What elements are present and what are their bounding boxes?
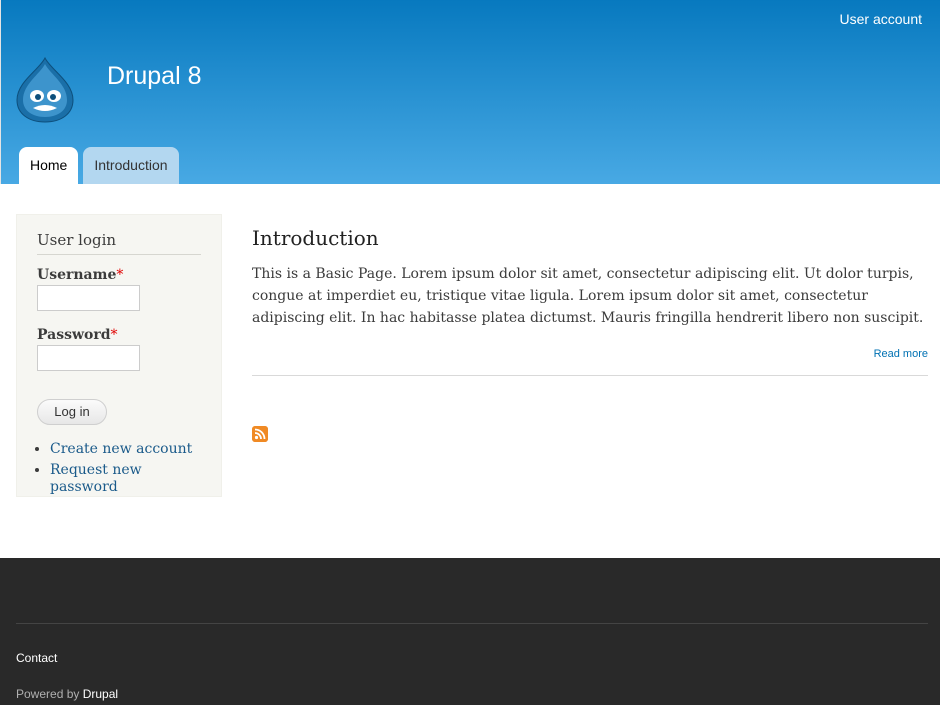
main-content: Introduction This is a Basic Page. Lorem… <box>252 226 928 442</box>
create-account-link[interactable]: Create new account <box>50 441 192 457</box>
drupal-link[interactable]: Drupal <box>83 687 118 701</box>
powered-by: Powered by Drupal <box>16 687 118 701</box>
contact-link[interactable]: Contact <box>16 651 57 665</box>
required-marker: * <box>110 327 118 343</box>
rss-feed-icon[interactable] <box>252 426 268 442</box>
password-label-text: Password <box>37 327 111 343</box>
user-login-block: User login Username* Password* Log in Cr… <box>16 214 222 497</box>
user-account-link[interactable]: User account <box>840 11 922 27</box>
tab-introduction[interactable]: Introduction <box>83 147 179 184</box>
required-marker: * <box>116 267 124 283</box>
node-body: This is a Basic Page. Lorem ipsum dolor … <box>252 266 924 326</box>
request-password-link[interactable]: Request new password <box>50 462 142 495</box>
divider <box>252 375 928 376</box>
log-in-button[interactable]: Log in <box>37 399 107 425</box>
site-name[interactable]: Drupal 8 <box>107 62 202 91</box>
username-input[interactable] <box>37 285 140 311</box>
primary-tabs: Home Introduction <box>19 147 179 184</box>
password-label: Password* <box>37 327 201 343</box>
read-more-link[interactable]: Read more <box>252 348 928 360</box>
login-links: Create new account Request new password <box>37 441 201 496</box>
tab-home[interactable]: Home <box>19 147 79 184</box>
block-title: User login <box>37 231 201 255</box>
powered-by-text: Powered by <box>16 687 83 701</box>
drupal-logo-icon[interactable] <box>15 56 75 124</box>
username-label-text: Username <box>37 267 117 283</box>
site-header: User account Drupal 8 Home Introduction <box>0 0 940 184</box>
list-item: Create new account <box>50 441 201 458</box>
username-label: Username* <box>37 267 201 283</box>
footer-divider <box>16 623 928 624</box>
node-title[interactable]: Introduction <box>252 226 928 250</box>
list-item: Request new password <box>50 462 201 496</box>
site-footer: Contact Powered by Drupal <box>0 558 940 705</box>
password-input[interactable] <box>37 345 140 371</box>
